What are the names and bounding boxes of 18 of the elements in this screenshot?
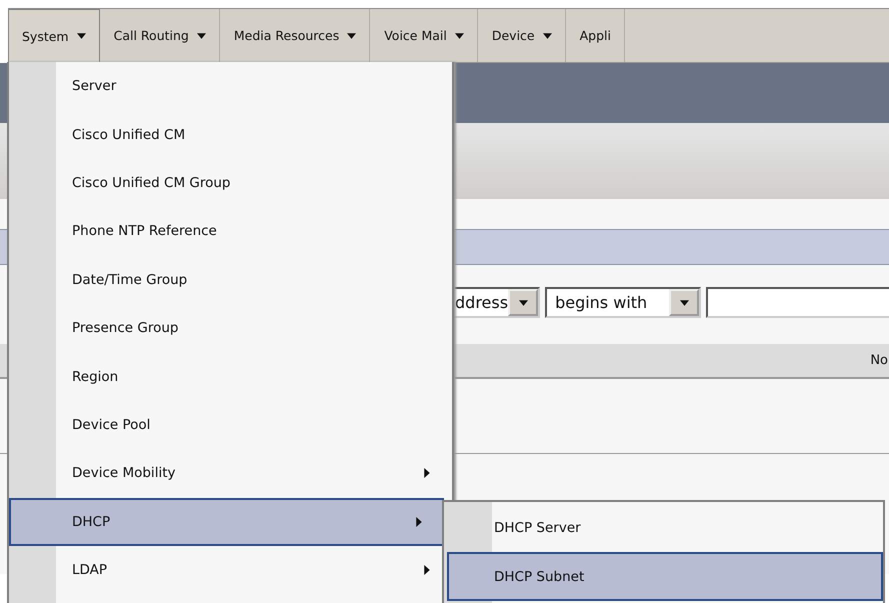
menu-item[interactable]: DHCP [9, 498, 444, 546]
menu-item[interactable]: DHCP Subnet [447, 552, 883, 601]
menu-item[interactable]: Phone NTP Reference [9, 207, 452, 256]
menu-bar-item[interactable]: System [8, 9, 100, 62]
menu-item[interactable]: Region [9, 352, 452, 401]
menu-item[interactable]: Cisco Unified CM [9, 110, 452, 159]
dropdown[interactable]: begins with [545, 287, 701, 318]
search-field[interactable] [706, 287, 889, 318]
menu-item[interactable]: Device Pool [9, 400, 452, 450]
dropdown-arrow-icon [518, 300, 528, 306]
menu-item[interactable]: Server [9, 62, 452, 110]
menu-item[interactable]: DHCP Server [447, 504, 883, 552]
menu-item[interactable]: Device Mobility [9, 449, 452, 498]
menu-bar-item[interactable]: Device [478, 9, 566, 62]
menu-bar-item[interactable]: Appli [566, 9, 625, 62]
menu-item[interactable]: Cisco Unified CM Group [9, 158, 452, 208]
column-header: No [870, 353, 888, 368]
dropdown-arrow-icon [680, 300, 688, 306]
